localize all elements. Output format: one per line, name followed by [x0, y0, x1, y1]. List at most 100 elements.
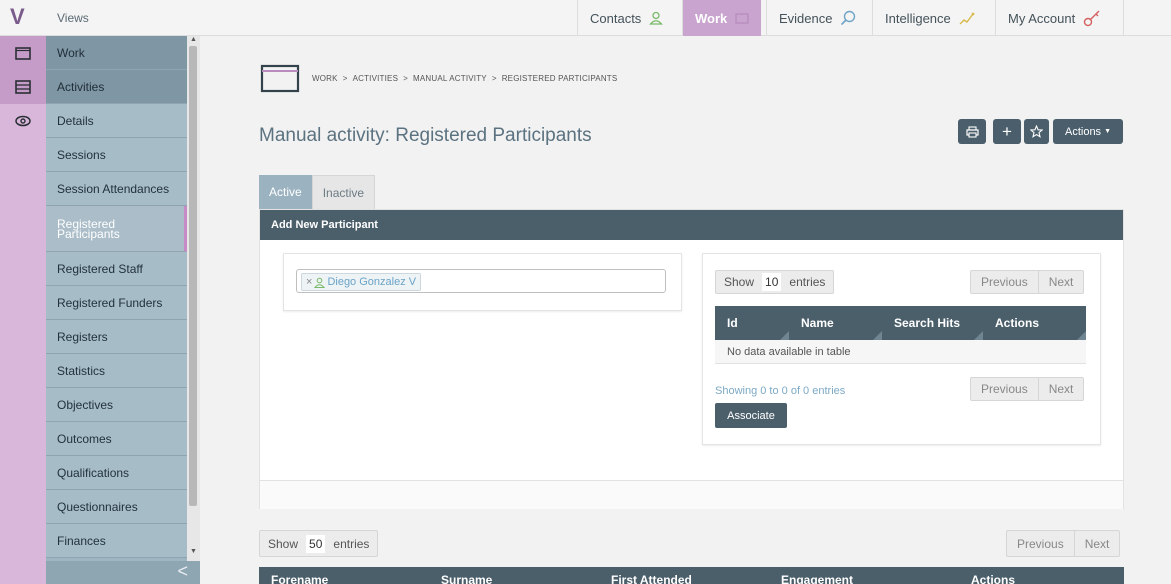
- caret-down-icon: ▼: [1104, 128, 1111, 135]
- sidebar-item-work[interactable]: Work: [46, 36, 187, 70]
- entries-label: entries: [789, 275, 826, 289]
- column-header-forename[interactable]: Forename: [259, 567, 429, 584]
- page-length-selector[interactable]: Show 10 entries: [715, 270, 835, 294]
- nav-my-account[interactable]: My Account: [995, 0, 1113, 36]
- entries-label: entries: [333, 536, 370, 551]
- page-length-selector[interactable]: Show 50 entries: [259, 530, 379, 557]
- sidebar-item-label: Questionnaires: [57, 499, 138, 514]
- column-header-actions[interactable]: Actions: [959, 567, 1124, 584]
- nav-evidence[interactable]: Evidence: [766, 0, 868, 36]
- print-icon: [965, 125, 979, 138]
- eye-icon[interactable]: [0, 104, 46, 138]
- sidebar-scrollbar-thumb[interactable]: [189, 46, 197, 506]
- previous-button[interactable]: Previous: [971, 378, 1038, 400]
- participants-table-header: Forename Surname First Attended Engageme…: [259, 567, 1124, 584]
- table-info: Showing 0 to 0 of 0 entries: [715, 385, 846, 397]
- breadcrumb-separator: >: [403, 74, 408, 83]
- scroll-down-icon[interactable]: ▼: [190, 548, 197, 555]
- breadcrumb-separator: >: [342, 74, 348, 83]
- nav-intelligence[interactable]: Intelligence: [872, 0, 987, 36]
- nav-work-label: Work: [695, 10, 728, 26]
- sidebar-item-label: Qualifications: [57, 465, 130, 480]
- search-table-header: Id Name Search Hits Actions: [715, 306, 1086, 340]
- print-button[interactable]: [958, 119, 986, 144]
- remove-chip-icon[interactable]: ×: [306, 276, 312, 288]
- list-icon[interactable]: [0, 70, 46, 104]
- tab-active[interactable]: Active: [259, 175, 312, 209]
- sidebar-item-label: Registers: [57, 329, 108, 344]
- tab-inactive[interactable]: Inactive: [311, 175, 376, 209]
- sidebar-item-objectives[interactable]: Objectives: [46, 388, 187, 422]
- actions-dropdown[interactable]: Actions ▼: [1053, 119, 1123, 144]
- participant-select-input[interactable]: × Diego Gonzalez V: [296, 269, 666, 293]
- previous-button[interactable]: Previous: [1007, 531, 1074, 556]
- nav-my-account-label: My Account: [1008, 10, 1076, 26]
- associate-button[interactable]: Associate: [715, 403, 787, 428]
- key-icon: [1084, 10, 1100, 27]
- next-button[interactable]: Next: [1037, 378, 1084, 400]
- plus-icon: +: [1002, 121, 1012, 141]
- sidebar-item-outcomes[interactable]: Outcomes: [46, 422, 187, 456]
- tab-label: Active: [269, 185, 302, 199]
- next-button[interactable]: Next: [1073, 531, 1120, 556]
- breadcrumb-item-manual-activity[interactable]: MANUAL ACTIVITY: [413, 74, 487, 83]
- add-button[interactable]: +: [993, 119, 1021, 144]
- previous-button[interactable]: Previous: [971, 271, 1038, 293]
- nav-intelligence-label: Intelligence: [885, 10, 951, 26]
- sidebar-item-details[interactable]: Details: [46, 104, 187, 138]
- search-icon: [841, 10, 856, 26]
- top-navbar: Contacts Work Evidence Intelligence My A…: [200, 0, 1171, 36]
- column-header-engagement[interactable]: Engagement: [769, 567, 959, 584]
- favourite-button[interactable]: [1024, 119, 1049, 144]
- status-tabs: Active Inactive: [259, 175, 376, 209]
- column-header-id[interactable]: Id: [715, 306, 789, 340]
- chart-line-icon: [959, 12, 975, 25]
- column-header-actions[interactable]: Actions: [983, 306, 1086, 340]
- sidebar-item-label: Outcomes: [57, 431, 112, 446]
- breadcrumb: WORK > ACTIVITIES > MANUAL ACTIVITY > RE…: [312, 74, 617, 83]
- sidebar-item-label: Activities: [57, 79, 105, 94]
- column-header-first-attended[interactable]: First Attended: [599, 567, 769, 584]
- sidebar-item-label: Registered Staff: [57, 261, 143, 276]
- sidebar-item-label: Sessions: [57, 147, 106, 162]
- scroll-up-icon[interactable]: ▲: [190, 36, 197, 43]
- selected-participant-chip[interactable]: × Diego Gonzalez V: [301, 273, 422, 291]
- sidebar-item-registered-funders[interactable]: Registered Funders: [46, 286, 187, 320]
- breadcrumb-item-work[interactable]: WORK: [312, 74, 338, 83]
- sidebar-item-finances[interactable]: Finances: [46, 524, 187, 558]
- column-header-search-hits[interactable]: Search Hits: [882, 306, 983, 340]
- pagination: Previous Next: [1006, 530, 1121, 557]
- sidebar-item-label: Work: [57, 45, 85, 60]
- page-title: Manual activity: Registered Participants: [259, 125, 592, 146]
- sidebar-item-activities[interactable]: Activities: [46, 70, 187, 104]
- sidebar-item-questionnaires[interactable]: Questionnaires: [46, 490, 187, 524]
- actions-label: Actions: [1064, 125, 1102, 138]
- sidebar: V Views Work Activities Details Sessions…: [0, 0, 200, 584]
- folder-icon[interactable]: [0, 36, 46, 70]
- folder-icon: [735, 12, 749, 24]
- views-label[interactable]: Views: [57, 11, 89, 25]
- folder-icon: [260, 64, 300, 93]
- page-length-select[interactable]: 10: [762, 273, 782, 291]
- panel-footer: [260, 480, 1123, 509]
- page-length-select[interactable]: 50: [306, 534, 326, 553]
- sidebar-item-registered-participants[interactable]: Registered Participants: [46, 206, 187, 252]
- sidebar-item-session-attendances[interactable]: Session Attendances: [46, 172, 187, 206]
- collapse-sidebar-icon[interactable]: <: [177, 561, 188, 582]
- nav-contacts-label: Contacts: [590, 10, 642, 26]
- sidebar-item-registered-staff[interactable]: Registered Staff: [46, 252, 187, 286]
- app-logo[interactable]: V: [10, 4, 25, 30]
- column-header-name[interactable]: Name: [789, 306, 882, 340]
- next-button[interactable]: Next: [1037, 271, 1084, 293]
- sidebar-item-qualifications[interactable]: Qualifications: [46, 456, 187, 490]
- sidebar-scrollbar[interactable]: ▲ ▼: [187, 36, 200, 561]
- nav-work[interactable]: Work: [682, 0, 762, 36]
- nav-contacts[interactable]: Contacts: [577, 0, 675, 36]
- breadcrumb-item-activities[interactable]: ACTIVITIES: [353, 74, 399, 83]
- breadcrumb-item-registered-participants: REGISTERED PARTICIPANTS: [501, 74, 618, 83]
- column-header-surname[interactable]: Surname: [429, 567, 599, 584]
- sidebar-item-statistics[interactable]: Statistics: [46, 354, 187, 388]
- sidebar-item-sessions[interactable]: Sessions: [46, 138, 187, 172]
- sidebar-item-registers[interactable]: Registers: [46, 320, 187, 354]
- breadcrumb-separator: >: [491, 74, 497, 83]
